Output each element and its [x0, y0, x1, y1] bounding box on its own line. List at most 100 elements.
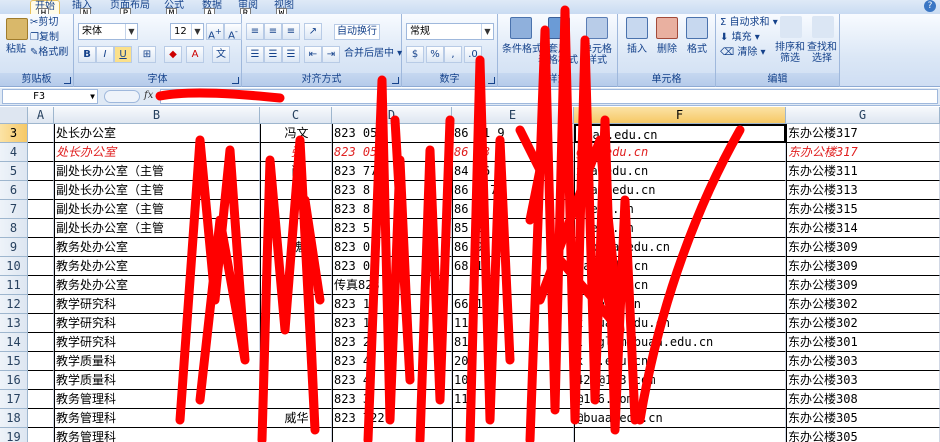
- cell-d[interactable]: 823 8: [332, 181, 452, 200]
- cell-c[interactable]: 魏: [260, 238, 332, 257]
- cell-a[interactable]: [28, 124, 54, 143]
- paste-button[interactable]: 粘贴: [2, 44, 30, 55]
- row-header[interactable]: 13: [0, 314, 28, 333]
- cell-g[interactable]: 东办公楼317: [786, 143, 940, 162]
- cell-f[interactable]: g a.edu.cn: [574, 143, 786, 162]
- row-header[interactable]: 5: [0, 162, 28, 181]
- cell-e[interactable]: 100: [452, 371, 574, 390]
- cell-b[interactable]: 教学研究科: [54, 314, 260, 333]
- cell-d[interactable]: [332, 428, 452, 442]
- cell-a[interactable]: [28, 352, 54, 371]
- delete-cells-icon[interactable]: [656, 17, 678, 39]
- comma-button[interactable]: ,: [444, 46, 462, 63]
- cut-button[interactable]: ✂剪切: [30, 16, 58, 30]
- cell-d[interactable]: 823 056: [332, 124, 452, 143]
- cell-b[interactable]: 处长办公室: [54, 124, 260, 143]
- cell-f[interactable]: @126.com: [574, 390, 786, 409]
- row-header[interactable]: 6: [0, 181, 28, 200]
- cell-b[interactable]: 副处长办公室（主管: [54, 200, 260, 219]
- cell-a[interactable]: [28, 200, 54, 219]
- cell-d[interactable]: 823 1: [332, 314, 452, 333]
- cell-a[interactable]: [28, 314, 54, 333]
- cell-b[interactable]: 副处长办公室（主管: [54, 219, 260, 238]
- cell-b[interactable]: 副处长办公室（主管: [54, 162, 260, 181]
- cell-f[interactable]: x a.edu.cn: [574, 352, 786, 371]
- copy-button[interactable]: ❐复制: [30, 31, 59, 45]
- cell-b[interactable]: 教务管理科: [54, 428, 260, 442]
- increase-decimal-button[interactable]: .0: [464, 46, 482, 63]
- percent-button[interactable]: %: [426, 46, 444, 63]
- row-header[interactable]: 18: [0, 409, 28, 428]
- cell-d[interactable]: 823 8: [332, 200, 452, 219]
- cell-styles-icon[interactable]: [586, 17, 608, 39]
- phonetic-button[interactable]: 文: [212, 46, 230, 63]
- font-color-button[interactable]: A: [186, 46, 204, 63]
- binoculars-icon[interactable]: [812, 16, 834, 38]
- align-right-button[interactable]: ☰: [282, 46, 300, 63]
- cell-f[interactable]: w buaa.edu.cn: [574, 238, 786, 257]
- cell-g[interactable]: 东办公楼302: [786, 295, 940, 314]
- cell-a[interactable]: [28, 181, 54, 200]
- cell-f[interactable]: buaa.edu.cn: [574, 124, 786, 143]
- border-button[interactable]: ⊞: [138, 46, 156, 63]
- column-header-g[interactable]: G: [786, 107, 940, 124]
- cell-b[interactable]: 处长办公室: [54, 143, 260, 162]
- cell-c[interactable]: 张: [260, 143, 332, 162]
- cell-b[interactable]: 教学研究科: [54, 333, 260, 352]
- cell-g[interactable]: 东办公楼303: [786, 352, 940, 371]
- cell-f[interactable]: 420@163.com: [574, 371, 786, 390]
- column-header-f[interactable]: F: [574, 107, 786, 124]
- column-header-d[interactable]: D: [332, 107, 452, 124]
- cell-d[interactable]: 823 77: [332, 162, 452, 181]
- cell-c[interactable]: [260, 333, 332, 352]
- cell-g[interactable]: 东办公楼313: [786, 181, 940, 200]
- row-header[interactable]: 12: [0, 295, 28, 314]
- cell-g[interactable]: 东办公楼301: [786, 333, 940, 352]
- cell-e[interactable]: [452, 276, 574, 295]
- cell-g[interactable]: 东办公楼311: [786, 162, 940, 181]
- cell-g[interactable]: 东办公楼305: [786, 409, 940, 428]
- cell-c[interactable]: [260, 295, 332, 314]
- font-launcher[interactable]: [232, 77, 239, 84]
- cell-d[interactable]: 823 1: [332, 295, 452, 314]
- cell-e[interactable]: [452, 409, 574, 428]
- currency-button[interactable]: $: [406, 46, 424, 63]
- cell-a[interactable]: [28, 371, 54, 390]
- cell-d[interactable]: 823 3: [332, 390, 452, 409]
- format-as-table-icon[interactable]: [548, 17, 570, 39]
- name-box[interactable]: F3 ▼: [2, 89, 98, 104]
- cell-c[interactable]: [260, 371, 332, 390]
- italic-button[interactable]: I: [96, 46, 114, 63]
- cell-d[interactable]: 823 056: [332, 143, 452, 162]
- cell-e[interactable]: 86 8 7: [452, 181, 574, 200]
- cell-g[interactable]: 东办公楼315: [786, 200, 940, 219]
- cell-e[interactable]: 86 9: [452, 238, 574, 257]
- cell-b[interactable]: 教学质量科: [54, 371, 260, 390]
- row-header[interactable]: 11: [0, 276, 28, 295]
- cell-c[interactable]: [260, 428, 332, 442]
- formula-input[interactable]: [160, 89, 938, 104]
- cell-e[interactable]: 201: [452, 352, 574, 371]
- cell-e[interactable]: 66 13: [452, 295, 574, 314]
- grow-font-button[interactable]: A+: [206, 23, 224, 41]
- cell-e[interactable]: 85 2: [452, 219, 574, 238]
- fill-button[interactable]: ⬇ 填充 ▾: [720, 31, 760, 45]
- sort-filter-button[interactable]: 排序和 筛选: [772, 42, 808, 64]
- cell-c[interactable]: [260, 200, 332, 219]
- cell-d[interactable]: 823 4: [332, 371, 452, 390]
- cell-c[interactable]: 威华: [260, 409, 332, 428]
- number-format-combo[interactable]: 常规 ▼: [406, 23, 494, 40]
- clear-button[interactable]: ⌫ 清除 ▾: [720, 46, 766, 60]
- cell-f[interactable]: j a.edu.cn: [574, 276, 786, 295]
- cell-a[interactable]: [28, 143, 54, 162]
- align-bottom-button[interactable]: ≡: [282, 23, 300, 40]
- align-top-button[interactable]: ≡: [246, 23, 264, 40]
- cell-g[interactable]: 东办公楼314: [786, 219, 940, 238]
- cell-e[interactable]: 86 83 9: [452, 143, 574, 162]
- merge-center-button[interactable]: 合并后居中 ▾: [344, 47, 402, 61]
- cell-f[interactable]: [574, 428, 786, 442]
- cell-c[interactable]: 冯文: [260, 124, 332, 143]
- cell-styles-button[interactable]: 单元格 样式: [578, 44, 616, 66]
- cell-a[interactable]: [28, 390, 54, 409]
- cell-c[interactable]: 肖: [260, 162, 332, 181]
